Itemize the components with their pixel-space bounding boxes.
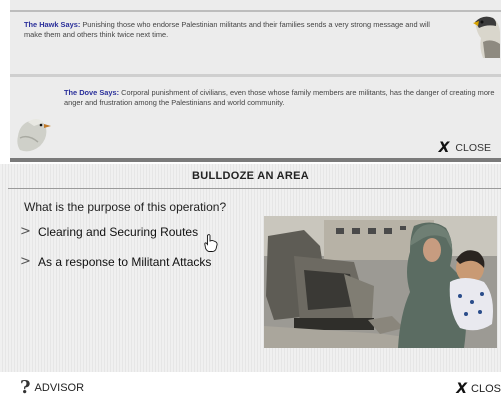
hand-cursor-icon [204, 234, 218, 252]
dove-icon [17, 119, 51, 152]
hawk-speaker: The Hawk Says: [24, 20, 81, 29]
option-clearing-routes[interactable]: > Clearing and Securing Routes [20, 224, 198, 239]
chevron-right-icon: > [20, 224, 31, 239]
advice-close-button[interactable]: X CLOSE [439, 140, 491, 156]
dove-advice: The Dove Says: Corporal punishment of ci… [64, 88, 500, 128]
hawk-text: Punishing those who endorse Palestinian … [24, 20, 430, 39]
advice-bottom-divider [10, 158, 501, 162]
option-label: Clearing and Securing Routes [38, 224, 199, 239]
advice-panel: The Hawk Says: Punishing those who endor… [10, 0, 501, 162]
dialog-close-button[interactable]: X CLOS [456, 382, 501, 396]
title-divider [8, 188, 501, 189]
advice-separator [10, 74, 501, 77]
option-label: As a response to Militant Attacks [38, 254, 212, 269]
hawk-icon [473, 16, 500, 58]
close-icon: X [438, 140, 450, 156]
dialog-footer: ? ADVISOR X CLOS [0, 372, 501, 399]
dove-text: Corporal punishment of civilians, even t… [64, 88, 495, 107]
dove-speaker: The Dove Says: [64, 88, 120, 97]
dialog-close-label: CLOS [471, 383, 501, 395]
dialog-title: BULLDOZE AN AREA [191, 170, 310, 182]
bulldozer-photo [264, 216, 497, 348]
advisor-button[interactable]: ? ADVISOR [20, 377, 85, 398]
option-militant-attacks[interactable]: > As a response to Militant Attacks [20, 254, 211, 269]
close-icon: X [456, 381, 468, 397]
operation-dialog: BULLDOZE AN AREA What is the purpose of … [0, 164, 501, 399]
advisor-label: ADVISOR [34, 382, 85, 394]
chevron-right-icon: > [20, 254, 31, 269]
question-text: What is the purpose of this operation? [24, 200, 227, 214]
hawk-advice: The Hawk Says: Punishing those who endor… [24, 20, 448, 58]
question-mark-icon: ? [20, 377, 31, 398]
advice-top-divider [10, 10, 501, 12]
advice-close-label: CLOSE [455, 142, 491, 154]
